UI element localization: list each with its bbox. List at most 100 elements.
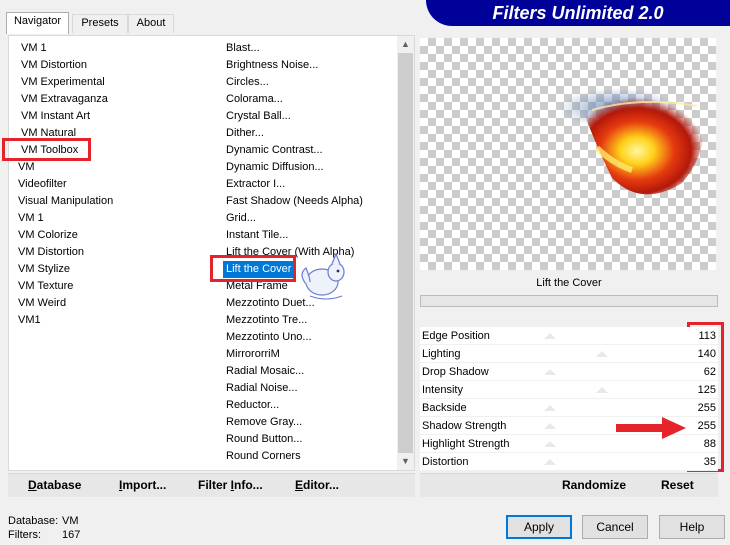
filter-item[interactable]: Reductor...	[226, 397, 279, 414]
filter-item[interactable]: Colorama...	[226, 91, 283, 108]
filter-item[interactable]: Crystal Ball...	[226, 108, 291, 125]
status-area: Database: VM Filters: 167	[8, 514, 80, 542]
category-item[interactable]: VM Distortion	[18, 244, 84, 261]
category-item[interactable]: VM Colorize	[18, 227, 78, 244]
filter-item[interactable]: Sample Filter	[226, 465, 291, 468]
param-label: Lighting	[422, 348, 461, 360]
tab-presets[interactable]: Presets	[72, 14, 128, 33]
slider-thumb-icon[interactable]	[544, 423, 556, 429]
mascot-logo-icon	[301, 252, 345, 300]
scroll-down-icon[interactable]: ▼	[397, 453, 414, 470]
help-button[interactable]: Help	[659, 515, 725, 539]
tab-about[interactable]: About	[128, 14, 174, 33]
param-value[interactable]: 88	[704, 436, 716, 452]
slider-thumb-icon[interactable]	[596, 351, 608, 357]
progress-bar	[420, 295, 718, 307]
tab-navigator[interactable]: Navigator	[6, 12, 69, 34]
slider-thumb-icon[interactable]	[544, 333, 556, 339]
database-value: VM	[62, 515, 79, 527]
category-item[interactable]: Visual Manipulation	[18, 193, 113, 210]
filter-item[interactable]: Mezzotinto Tre...	[226, 312, 307, 329]
param-row[interactable]: Distortion 35	[420, 453, 718, 471]
slider-thumb-icon[interactable]	[544, 369, 556, 375]
database-label: Database:	[8, 515, 59, 527]
param-row[interactable]: Intensity 125	[420, 381, 718, 399]
editor-button[interactable]: Editor...	[295, 478, 339, 492]
import-button[interactable]: Import...	[119, 478, 166, 492]
category-item[interactable]: VM Stylize	[18, 261, 70, 278]
param-row[interactable]: Edge Position 113	[420, 327, 718, 345]
preset-toolbar: Randomize Reset	[420, 473, 718, 497]
filter-item[interactable]: Dynamic Diffusion...	[226, 159, 324, 176]
param-label: Distortion	[422, 456, 469, 468]
filter-item[interactable]: Round Button...	[226, 431, 302, 448]
filter-item[interactable]: Circles...	[226, 74, 269, 91]
param-row[interactable]: Backside 255	[420, 399, 718, 417]
database-button[interactable]: Database	[28, 478, 81, 492]
category-item[interactable]: VM Extravaganza	[21, 91, 108, 108]
database-toolbar: Database Import... Filter Info... Editor…	[8, 473, 415, 497]
filter-item[interactable]: Brightness Noise...	[226, 57, 318, 74]
filter-info-button[interactable]: Filter Info...	[198, 478, 263, 492]
filter-item[interactable]: Radial Mosaic...	[226, 363, 304, 380]
preview-canvas[interactable]	[420, 38, 716, 270]
param-value[interactable]: 35	[704, 454, 716, 470]
scrollbar-thumb[interactable]	[398, 53, 413, 453]
filter-item[interactable]: Blast...	[226, 40, 260, 57]
preview-image	[562, 88, 705, 195]
category-item[interactable]: Videofilter	[18, 176, 67, 193]
filter-item[interactable]: Dither...	[226, 125, 264, 142]
param-value[interactable]: 140	[698, 346, 716, 362]
param-label: Drop Shadow	[422, 366, 489, 378]
filter-item[interactable]: Mezzotinto Uno...	[226, 329, 312, 346]
cancel-button[interactable]: Cancel	[582, 515, 648, 539]
apply-button[interactable]: Apply	[506, 515, 572, 539]
slider-thumb-icon[interactable]	[544, 441, 556, 447]
annotation-arrow-icon	[616, 417, 686, 439]
category-item[interactable]: VM	[18, 159, 35, 176]
slider-thumb-icon[interactable]	[544, 405, 556, 411]
param-label: Highlight Strength	[422, 438, 510, 450]
filter-title: Lift the Cover	[420, 272, 718, 294]
filter-item[interactable]: MirrororriM	[226, 346, 280, 363]
annotation-box-category	[2, 138, 91, 161]
filter-item[interactable]: Grid...	[226, 210, 256, 227]
param-value[interactable]: 113	[698, 328, 716, 344]
filter-item[interactable]: Radial Noise...	[226, 380, 298, 397]
filter-item[interactable]: Round Corners	[226, 448, 301, 465]
filter-item[interactable]: Remove Gray...	[226, 414, 302, 431]
filter-item[interactable]: Extractor I...	[226, 176, 285, 193]
param-value[interactable]: 255	[698, 418, 716, 434]
param-label: Shadow Strength	[422, 420, 507, 432]
param-row[interactable]: Lighting 140	[420, 345, 718, 363]
param-label: Edge Position	[422, 330, 490, 342]
filter-item[interactable]: Instant Tile...	[226, 227, 288, 244]
filters-label: Filters:	[8, 529, 41, 541]
slider-thumb-icon[interactable]	[544, 459, 556, 465]
category-item[interactable]: VM 1	[21, 40, 47, 57]
annotation-box-filter	[210, 255, 296, 282]
param-value[interactable]: 62	[704, 364, 716, 380]
category-item[interactable]: VM 1	[18, 210, 44, 227]
category-item[interactable]: VM Instant Art	[21, 108, 90, 125]
app-banner: Filters Unlimited 2.0	[426, 0, 730, 26]
param-label: Backside	[422, 402, 467, 414]
param-label: Intensity	[422, 384, 463, 396]
param-value[interactable]: 125	[698, 382, 716, 398]
filter-item[interactable]: Dynamic Contrast...	[226, 142, 323, 159]
category-item[interactable]: VM Experimental	[21, 74, 105, 91]
filter-item[interactable]: Fast Shadow (Needs Alpha)	[226, 193, 363, 210]
category-item[interactable]: VM Texture	[18, 278, 73, 295]
category-item[interactable]: VM Distortion	[21, 57, 87, 74]
category-item[interactable]: VM1	[18, 312, 41, 329]
filter-list-scrollbar[interactable]: ▲ ▼	[397, 36, 414, 470]
scroll-up-icon[interactable]: ▲	[397, 36, 414, 53]
randomize-button[interactable]: Randomize	[562, 478, 626, 492]
param-value[interactable]: 255	[698, 400, 716, 416]
filters-count: 167	[62, 529, 81, 541]
slider-thumb-icon[interactable]	[596, 387, 608, 393]
parameter-list: Edge Position 113 Lighting 140 Drop Shadow 62…	[420, 327, 718, 471]
reset-button[interactable]: Reset	[661, 478, 694, 492]
param-row[interactable]: Drop Shadow 62	[420, 363, 718, 381]
category-item[interactable]: VM Weird	[18, 295, 66, 312]
